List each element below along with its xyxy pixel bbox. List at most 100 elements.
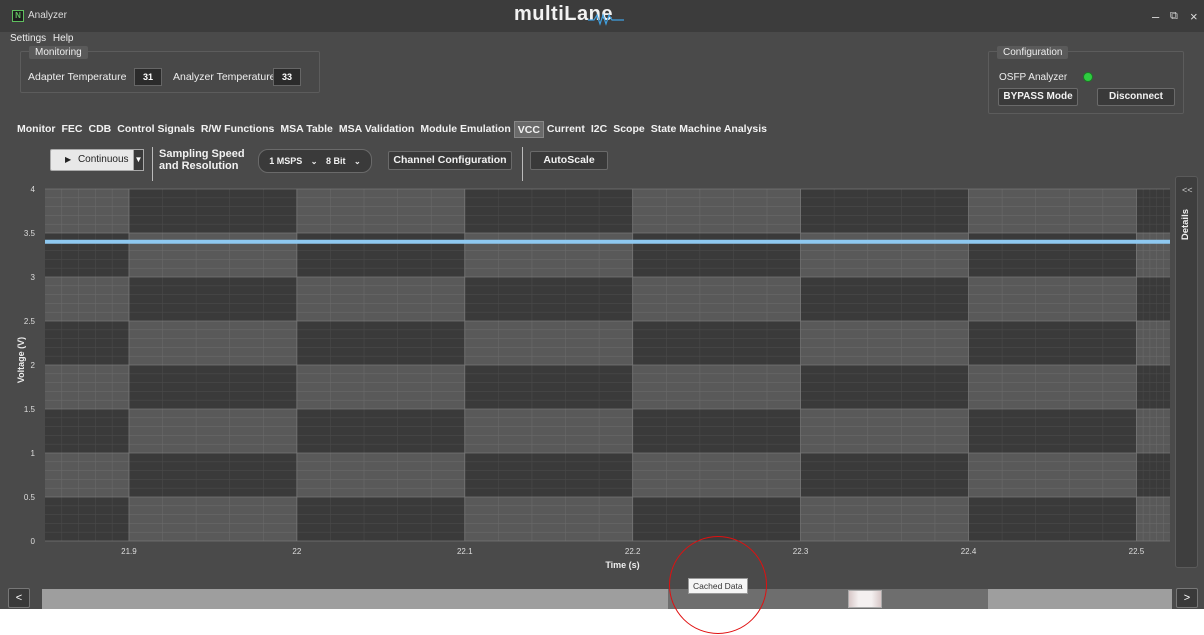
plot-band bbox=[464, 277, 633, 321]
tab-control-signals[interactable]: Control Signals bbox=[114, 121, 198, 138]
plot-band bbox=[45, 233, 129, 277]
plot-band bbox=[1136, 365, 1170, 409]
y-tick-label: 2.5 bbox=[24, 317, 36, 326]
speed-value: 1 MSPS bbox=[269, 156, 303, 166]
tab-monitor[interactable]: Monitor bbox=[14, 121, 59, 138]
monitoring-title: Monitoring bbox=[29, 46, 88, 59]
plot-band bbox=[800, 189, 969, 233]
x-tick-label: 22.2 bbox=[625, 547, 641, 556]
plot-band bbox=[45, 321, 129, 365]
time-scrollbar[interactable]: < > bbox=[8, 588, 1198, 609]
plot-band bbox=[296, 233, 465, 277]
plot-band bbox=[632, 277, 801, 321]
y-tick-label: 3.5 bbox=[24, 229, 36, 238]
vcc-chart[interactable]: 00.511.522.533.5421.9 22 22.1 22.2 22.3 22.4 2… bbox=[0, 182, 1204, 582]
details-panel[interactable]: << Details bbox=[1175, 176, 1198, 568]
x-axis-label: Time (s) bbox=[605, 560, 639, 570]
resolution-chevron-down-icon: ⌄ bbox=[354, 157, 361, 166]
tab-vcc[interactable]: VCC bbox=[513, 121, 544, 138]
tab-i2c[interactable]: I2C bbox=[588, 121, 610, 138]
tab-fec[interactable]: FEC bbox=[59, 121, 86, 138]
analyzer-temperature-value: 33 bbox=[273, 68, 301, 86]
tab-cdb[interactable]: CDB bbox=[86, 121, 115, 138]
plot-band bbox=[968, 321, 1137, 365]
plot-band bbox=[128, 453, 297, 497]
toolbar-divider-2 bbox=[522, 147, 523, 181]
plot-band bbox=[800, 453, 969, 497]
channel-configuration-button[interactable]: Channel Configuration bbox=[388, 151, 512, 170]
x-tick-label: 22.4 bbox=[961, 547, 977, 556]
sampling-label-line2: and Resolution bbox=[159, 160, 239, 172]
title-bar: N Analyzer multiLane – ⧉ × bbox=[0, 0, 1204, 32]
plot-band bbox=[968, 189, 1137, 233]
configuration-title: Configuration bbox=[997, 46, 1069, 59]
x-tick-label: 22.1 bbox=[457, 547, 473, 556]
autoscale-button[interactable]: AutoScale bbox=[530, 151, 608, 170]
scroll-left-button[interactable]: < bbox=[8, 588, 30, 608]
plot-band bbox=[800, 321, 969, 365]
plot-band bbox=[45, 189, 129, 233]
plot-band bbox=[1136, 321, 1170, 365]
plot-band bbox=[128, 233, 297, 277]
collapse-chevron-icon[interactable]: << bbox=[1182, 185, 1193, 195]
menu-help[interactable]: Help bbox=[53, 33, 74, 44]
plot-band bbox=[968, 453, 1137, 497]
plot-band bbox=[1136, 277, 1170, 321]
tab-current[interactable]: Current bbox=[544, 121, 588, 138]
x-tick-label: 22.5 bbox=[1129, 547, 1145, 556]
x-tick-label: 21.9 bbox=[121, 547, 137, 556]
plot-band bbox=[800, 409, 969, 453]
minimize-button[interactable]: – bbox=[1152, 9, 1159, 24]
plot-band bbox=[632, 497, 801, 541]
plot-band bbox=[800, 497, 969, 541]
disconnect-button[interactable]: Disconnect bbox=[1097, 88, 1175, 106]
close-button[interactable]: × bbox=[1190, 9, 1198, 24]
restore-button[interactable]: ⧉ bbox=[1170, 10, 1178, 23]
connection-status-led bbox=[1083, 72, 1093, 82]
plot-band bbox=[1136, 409, 1170, 453]
adapter-temperature-label: Adapter Temperature bbox=[28, 71, 127, 83]
plot-band bbox=[632, 233, 801, 277]
plot-band bbox=[296, 453, 465, 497]
tab-state-machine-analysis[interactable]: State Machine Analysis bbox=[648, 121, 770, 138]
plot-band bbox=[464, 365, 633, 409]
plot-band bbox=[968, 497, 1137, 541]
tab-module-emulation[interactable]: Module Emulation bbox=[417, 121, 513, 138]
osfp-analyzer-label: OSFP Analyzer bbox=[999, 72, 1068, 83]
y-tick-label: 1.5 bbox=[24, 405, 36, 414]
plot-band bbox=[464, 189, 633, 233]
plot-band bbox=[968, 233, 1137, 277]
tab-msa-validation[interactable]: MSA Validation bbox=[336, 121, 417, 138]
tab-scope[interactable]: Scope bbox=[610, 121, 648, 138]
plot-band bbox=[632, 453, 801, 497]
run-mode-chevron-down-icon[interactable]: ▼ bbox=[133, 149, 144, 171]
sampling-label: Sampling Speed and Resolution bbox=[159, 148, 245, 172]
plot-band bbox=[464, 409, 633, 453]
annotation-circle bbox=[669, 536, 767, 634]
tab-msa-table[interactable]: MSA Table bbox=[277, 121, 336, 138]
menu-settings[interactable]: Settings bbox=[10, 33, 46, 44]
plot-band bbox=[968, 277, 1137, 321]
x-tick-label: 22 bbox=[292, 547, 301, 556]
plot-band bbox=[632, 409, 801, 453]
sampling-label-line1: Sampling Speed bbox=[159, 148, 245, 160]
tab-rw-functions[interactable]: R/W Functions bbox=[198, 121, 278, 138]
analyzer-window: N Analyzer multiLane – ⧉ × Settings Help… bbox=[0, 0, 1204, 609]
plot-band bbox=[800, 277, 969, 321]
scroll-right-button[interactable]: > bbox=[1176, 588, 1198, 608]
y-tick-label: 3 bbox=[31, 273, 36, 282]
plot-band bbox=[296, 409, 465, 453]
scroll-thumb[interactable] bbox=[848, 590, 882, 608]
plot-band bbox=[128, 409, 297, 453]
plot-band bbox=[296, 189, 465, 233]
run-mode-label: Continuous bbox=[77, 154, 129, 165]
adapter-temperature-value: 31 bbox=[134, 68, 162, 86]
app-title: Analyzer bbox=[28, 10, 67, 21]
plot-band bbox=[45, 277, 129, 321]
scroll-track[interactable] bbox=[42, 589, 1172, 609]
plot-band bbox=[632, 365, 801, 409]
run-mode-dropdown[interactable]: ▶ Continuous bbox=[50, 149, 144, 171]
sampling-speed-resolution-select[interactable]: 1 MSPS ⌄ 8 Bit ⌄ bbox=[258, 149, 372, 173]
plot-band bbox=[45, 497, 129, 541]
bypass-mode-button[interactable]: BYPASS Mode bbox=[998, 88, 1078, 106]
